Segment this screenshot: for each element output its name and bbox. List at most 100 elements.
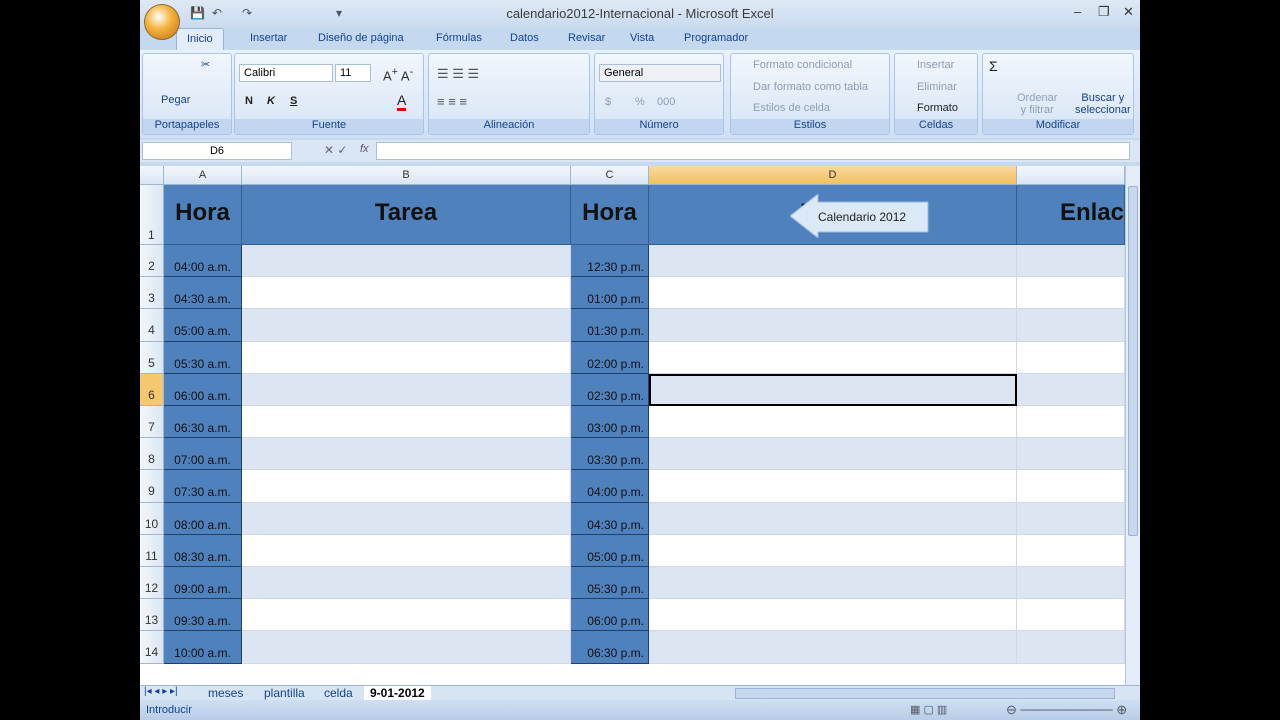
percent-button[interactable]: % bbox=[635, 96, 645, 108]
underline-button[interactable]: S bbox=[290, 95, 297, 107]
task-cell[interactable] bbox=[242, 567, 571, 600]
time-cell[interactable]: 05:30 a.m. bbox=[164, 341, 242, 374]
header-cell-c[interactable]: Hora bbox=[571, 185, 649, 245]
row-header-9[interactable]: 9 bbox=[140, 470, 164, 503]
paste-button[interactable]: Pegar bbox=[161, 94, 190, 106]
autosum-button[interactable]: Σ bbox=[989, 58, 998, 74]
time-cell[interactable]: 01:30 p.m. bbox=[571, 309, 649, 342]
time-cell[interactable]: 04:30 a.m. bbox=[164, 277, 242, 310]
task-cell[interactable] bbox=[649, 341, 1017, 374]
task-cell[interactable] bbox=[242, 599, 571, 632]
font-name-select[interactable]: Calibri bbox=[239, 64, 333, 82]
column-header-B[interactable]: B bbox=[242, 166, 571, 185]
minimize-icon[interactable]: – bbox=[1074, 4, 1081, 19]
row-header-5[interactable]: 5 bbox=[140, 341, 164, 374]
column-header-A[interactable]: A bbox=[164, 166, 242, 185]
row-header-1[interactable]: 1 bbox=[140, 185, 164, 245]
conditional-format-button[interactable]: Formato condicional bbox=[753, 59, 852, 71]
task-cell[interactable] bbox=[1017, 245, 1125, 278]
task-cell[interactable] bbox=[649, 567, 1017, 600]
sheet-tab-9-01-2012[interactable]: 9-01-2012 bbox=[364, 686, 431, 701]
tab-datos[interactable]: Datos bbox=[510, 32, 539, 44]
close-icon[interactable]: ✕ bbox=[1123, 4, 1134, 20]
time-cell[interactable]: 05:30 p.m. bbox=[571, 567, 649, 600]
task-cell[interactable] bbox=[649, 438, 1017, 471]
header-cell-a[interactable]: Hora bbox=[164, 185, 242, 245]
task-cell[interactable] bbox=[242, 534, 571, 567]
time-cell[interactable]: 10:00 a.m. bbox=[164, 631, 242, 664]
formula-input[interactable] bbox=[376, 142, 1130, 160]
task-cell[interactable] bbox=[242, 406, 571, 439]
task-cell[interactable] bbox=[649, 277, 1017, 310]
tab-programador[interactable]: Programador bbox=[684, 32, 748, 44]
header-cell-e[interactable]: Enlac bbox=[1017, 185, 1125, 245]
sheet-tab-meses[interactable]: meses bbox=[202, 686, 249, 701]
sheet-tab-celda[interactable]: celda bbox=[318, 686, 359, 701]
task-cell[interactable] bbox=[1017, 631, 1125, 664]
office-button[interactable] bbox=[144, 4, 180, 40]
time-cell[interactable]: 09:30 a.m. bbox=[164, 599, 242, 632]
task-cell[interactable] bbox=[1017, 599, 1125, 632]
task-cell[interactable] bbox=[242, 438, 571, 471]
task-cell[interactable] bbox=[649, 502, 1017, 535]
task-cell[interactable] bbox=[649, 631, 1017, 664]
view-buttons[interactable]: ▦ ▢ ▥ bbox=[910, 703, 947, 716]
time-cell[interactable]: 05:00 a.m. bbox=[164, 309, 242, 342]
task-cell[interactable] bbox=[242, 631, 571, 664]
tab-inicio[interactable]: Inicio bbox=[176, 28, 224, 50]
time-cell[interactable]: 09:00 a.m. bbox=[164, 567, 242, 600]
task-cell[interactable] bbox=[242, 341, 571, 374]
name-box[interactable]: D6 bbox=[142, 142, 292, 160]
time-cell[interactable]: 06:00 a.m. bbox=[164, 373, 242, 406]
tab-diseño-de-página[interactable]: Diseño de página bbox=[318, 32, 404, 44]
time-cell[interactable]: 07:30 a.m. bbox=[164, 470, 242, 503]
time-cell[interactable]: 01:00 p.m. bbox=[571, 277, 649, 310]
worksheet-grid[interactable]: ABCD1HoraTareaHoraTareaEnlac204:00 a.m.1… bbox=[140, 166, 1125, 685]
selected-cell[interactable] bbox=[649, 373, 1017, 406]
zoom-slider[interactable]: ⊖ ────────── ⊕ bbox=[1006, 702, 1127, 718]
task-cell[interactable] bbox=[242, 277, 571, 310]
tab-vista[interactable]: Vista bbox=[630, 32, 654, 44]
time-cell[interactable]: 08:30 a.m. bbox=[164, 534, 242, 567]
time-cell[interactable]: 04:00 a.m. bbox=[164, 245, 242, 278]
task-cell[interactable] bbox=[242, 470, 571, 503]
delete-button[interactable]: Eliminar bbox=[917, 81, 957, 93]
row-header-2[interactable]: 2 bbox=[140, 245, 164, 278]
redo-icon[interactable]: ↷ bbox=[242, 6, 258, 20]
task-cell[interactable] bbox=[242, 502, 571, 535]
sheet-nav-icons[interactable]: |◂ ◂ ▸ ▸| bbox=[144, 686, 178, 697]
task-cell[interactable] bbox=[1017, 470, 1125, 503]
time-cell[interactable]: 04:30 p.m. bbox=[571, 502, 649, 535]
customize-toolbar-icon[interactable]: ▾ bbox=[336, 6, 352, 20]
task-cell[interactable] bbox=[649, 406, 1017, 439]
tab-revisar[interactable]: Revisar bbox=[568, 32, 605, 44]
time-cell[interactable]: 12:30 p.m. bbox=[571, 245, 649, 278]
task-cell[interactable] bbox=[649, 470, 1017, 503]
tab-insertar[interactable]: Insertar bbox=[250, 32, 287, 44]
thousands-button[interactable]: 000 bbox=[657, 96, 675, 108]
format-table-button[interactable]: Dar formato como tabla bbox=[753, 81, 868, 93]
justify-buttons[interactable]: ≡ ≡ ≡ bbox=[437, 94, 467, 109]
task-cell[interactable] bbox=[242, 245, 571, 278]
select-all-button[interactable] bbox=[140, 166, 164, 185]
number-format-select[interactable]: General bbox=[599, 64, 721, 82]
row-header-13[interactable]: 13 bbox=[140, 599, 164, 632]
find-select-button[interactable]: Buscar y seleccionar bbox=[1075, 92, 1131, 116]
header-cell-b[interactable]: Tarea bbox=[242, 185, 571, 245]
task-cell[interactable] bbox=[1017, 406, 1125, 439]
italic-button[interactable]: K bbox=[267, 95, 275, 107]
row-header-8[interactable]: 8 bbox=[140, 438, 164, 471]
scroll-thumb[interactable] bbox=[1128, 186, 1138, 536]
grow-font-icon[interactable]: A+ A- bbox=[383, 66, 413, 83]
time-cell[interactable]: 03:30 p.m. bbox=[571, 438, 649, 471]
undo-icon[interactable]: ↶ bbox=[212, 6, 228, 20]
task-cell[interactable] bbox=[1017, 373, 1125, 406]
time-cell[interactable]: 08:00 a.m. bbox=[164, 502, 242, 535]
task-cell[interactable] bbox=[1017, 277, 1125, 310]
time-cell[interactable]: 07:00 a.m. bbox=[164, 438, 242, 471]
font-size-select[interactable]: 11 bbox=[335, 64, 371, 82]
task-cell[interactable] bbox=[1017, 341, 1125, 374]
cancel-enter-icons[interactable]: ✕ ✓ bbox=[324, 143, 347, 157]
task-cell[interactable] bbox=[242, 309, 571, 342]
row-header-14[interactable]: 14 bbox=[140, 631, 164, 664]
